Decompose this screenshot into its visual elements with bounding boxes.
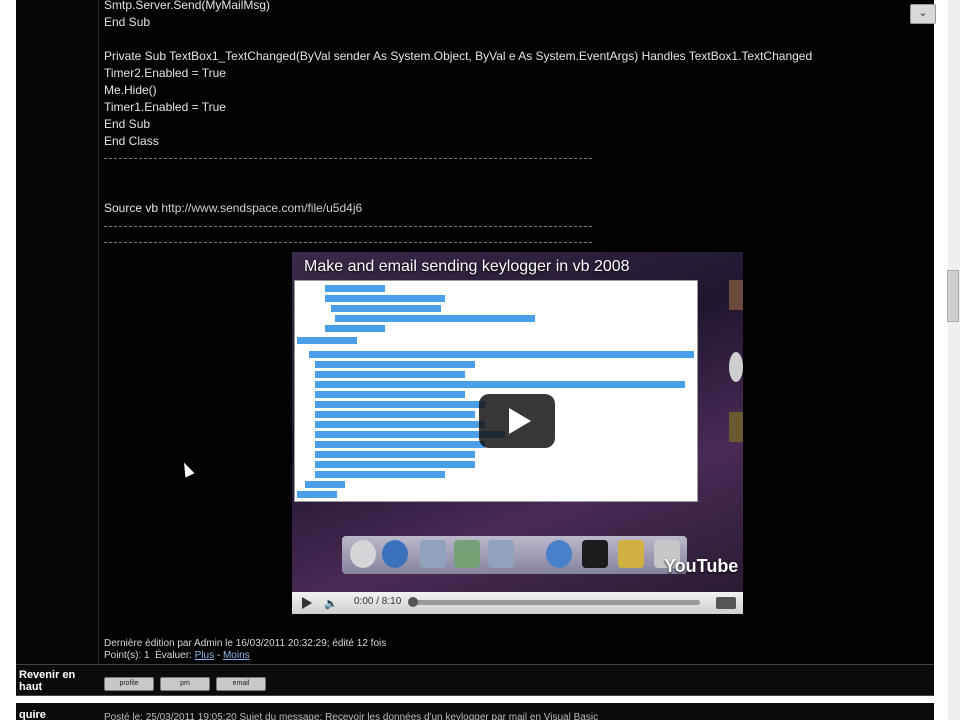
rate-label: Évaluer: xyxy=(155,650,192,661)
code-highlight xyxy=(325,295,445,302)
scrollbar-thumb[interactable] xyxy=(947,270,959,322)
separator xyxy=(104,158,592,159)
code-highlight xyxy=(309,351,694,358)
ide-screenshot xyxy=(294,280,698,502)
globe-icon xyxy=(546,540,572,568)
play-icon xyxy=(509,408,531,434)
code-highlight xyxy=(315,441,485,448)
source-label: Source vb xyxy=(104,201,159,215)
separator xyxy=(104,226,592,227)
scrollbar[interactable] xyxy=(947,0,960,720)
dock-icon xyxy=(350,540,376,568)
profile-button[interactable]: profile xyxy=(104,677,154,691)
code-line: Smtp.Server.Send(MyMailMsg) xyxy=(104,0,271,12)
video-player[interactable]: Make and email sending keylogger in vb 2… xyxy=(292,252,743,614)
points: Point(s): 1 xyxy=(104,650,150,661)
folder-icon xyxy=(454,540,480,568)
code-highlight xyxy=(315,471,445,478)
youtube-logo[interactable]: YouTube xyxy=(664,556,738,577)
video-title: Make and email sending keylogger in vb 2… xyxy=(304,258,630,275)
code-highlight xyxy=(315,381,685,388)
code-highlight xyxy=(315,421,485,428)
code-highlight xyxy=(315,361,475,368)
forum-page: ⌄ Smtp.Server.Send(MyMailMsg) End Sub Pr… xyxy=(0,0,960,720)
tools-icon xyxy=(618,540,644,568)
tshirt-icon xyxy=(582,540,608,568)
code-line: End Sub xyxy=(104,117,151,131)
edit-note: Dernière édition par Admin le 16/03/2011… xyxy=(104,638,387,649)
code-highlight xyxy=(315,411,475,418)
code-highlight xyxy=(325,285,385,292)
code-highlight xyxy=(325,325,385,332)
separator xyxy=(104,242,592,243)
source-line: Source vb http://www.sendspace.com/file/… xyxy=(104,201,362,216)
code-line: Private Sub TextBox1_TextChanged(ByVal s… xyxy=(104,49,813,63)
rate-separator: - xyxy=(216,650,221,661)
next-post-header: Posté le: 25/03/2011 19:05:20 Sujet du m… xyxy=(104,712,599,720)
play-button[interactable] xyxy=(479,394,555,448)
code-highlight xyxy=(297,491,337,498)
rate-minus-link[interactable]: Moins xyxy=(223,650,250,661)
video-time: 0:00 / 8:10 xyxy=(354,596,402,607)
back-to-top-link[interactable]: Revenir en haut xyxy=(19,669,95,693)
folder-icon xyxy=(488,540,514,568)
folder-icon xyxy=(420,540,446,568)
code-highlight xyxy=(305,481,345,488)
code-highlight xyxy=(331,305,441,312)
code-line: Me.Hide() xyxy=(104,83,157,97)
desktop-icon xyxy=(729,280,743,310)
page-margin-left xyxy=(0,0,16,720)
code-highlight xyxy=(315,461,475,468)
code-highlight xyxy=(315,451,475,458)
pm-button[interactable]: pm xyxy=(160,677,210,691)
fullscreen-button[interactable] xyxy=(716,597,736,609)
collapse-button[interactable]: ⌄ xyxy=(910,4,936,24)
play-icon[interactable] xyxy=(302,597,312,609)
progress-bar[interactable] xyxy=(408,597,700,607)
volume-icon[interactable]: 🔈 xyxy=(324,597,342,610)
code-highlight xyxy=(315,431,505,438)
desktop-icon xyxy=(729,412,743,442)
author-column xyxy=(16,0,99,664)
code-highlight xyxy=(335,315,535,322)
code-highlight xyxy=(315,401,485,408)
code-line: End Class xyxy=(104,134,159,148)
next-post-author[interactable]: quire xyxy=(19,709,46,720)
email-button[interactable]: email xyxy=(216,677,266,691)
code-line: Timer2.Enabled = True xyxy=(104,66,226,80)
progress-knob[interactable] xyxy=(408,597,418,607)
clock-icon xyxy=(729,352,743,382)
code-highlight xyxy=(297,337,357,344)
code-line: Timer1.Enabled = True xyxy=(104,100,226,114)
code-highlight xyxy=(315,391,465,398)
rating-line: Point(s): 1 Évaluer: Plus - Moins xyxy=(104,650,250,662)
globe-icon xyxy=(382,540,408,568)
rate-plus-link[interactable]: Plus xyxy=(195,650,214,661)
mac-dock xyxy=(342,536,687,574)
source-link[interactable]: http://www.sendspace.com/file/u5d4j6 xyxy=(161,201,362,215)
code-highlight xyxy=(315,371,465,378)
video-controls: 🔈 0:00 / 8:10 xyxy=(292,592,743,614)
code-line: End Sub xyxy=(104,15,151,29)
